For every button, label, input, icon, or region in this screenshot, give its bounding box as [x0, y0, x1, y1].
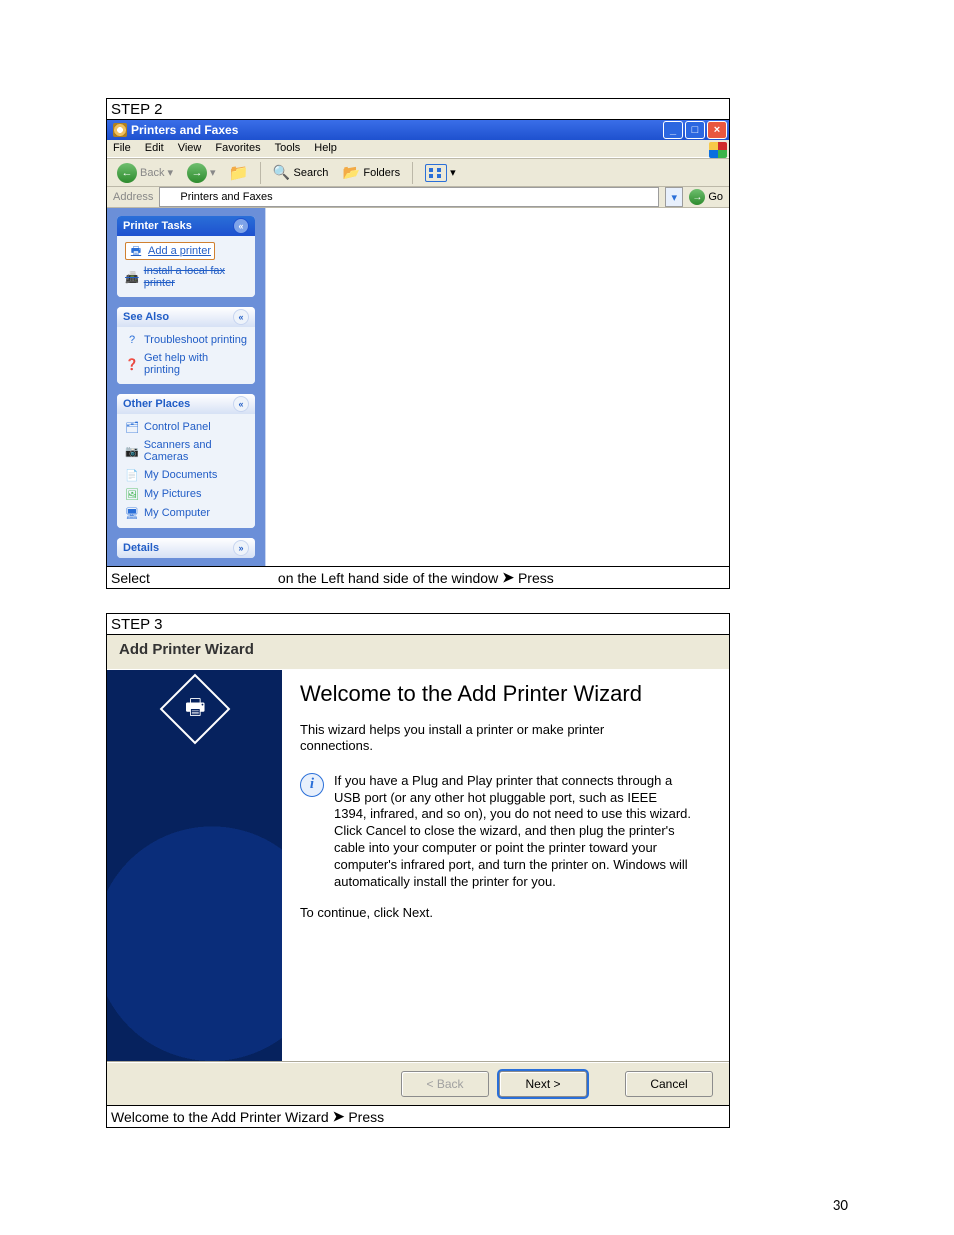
- control-panel-icon: 🗂: [125, 420, 139, 434]
- step-3-caption: Welcome to the Add Printer Wizard ➤ Pres…: [107, 1105, 729, 1127]
- fax-icon: 📠: [125, 270, 139, 284]
- add-printer-wizard: Add Printer Wizard 🖶 Welcome to the Add …: [107, 635, 729, 1105]
- forward-dropdown-icon: ▾: [210, 166, 216, 179]
- menu-help[interactable]: Help: [314, 142, 337, 154]
- my-pictures-link[interactable]: 🖼 My Pictures: [125, 487, 247, 501]
- printer-tasks-panel: Printer Tasks « 🖶 Add a printer 📠 Instal…: [117, 216, 255, 297]
- see-also-header[interactable]: See Also «: [117, 307, 255, 327]
- up-button[interactable]: 📁: [226, 162, 252, 184]
- step-2-box: STEP 2 Printers and Faxes _ □ × File Edi…: [106, 98, 730, 589]
- my-documents-link[interactable]: 📄 My Documents: [125, 468, 247, 482]
- arrow-icon: ➤: [333, 1108, 345, 1125]
- forward-arrow-icon: →: [187, 163, 207, 183]
- search-icon: 🔍: [273, 164, 291, 182]
- forward-button[interactable]: → ▾: [183, 161, 220, 185]
- add-a-printer-link[interactable]: 🖶 Add a printer: [125, 242, 215, 260]
- wizard-intro: This wizard helps you install a printer …: [300, 722, 660, 755]
- toolbar-separator: [412, 162, 413, 184]
- camera-icon: 📷: [125, 444, 139, 458]
- other-places-panel: Other Places « 🗂 Control Panel 📷 Scanner…: [117, 394, 255, 528]
- menu-file[interactable]: File: [113, 142, 131, 154]
- install-fax-printer-link[interactable]: 📠 Install a local fax printer: [125, 265, 247, 289]
- menu-favorites[interactable]: Favorites: [215, 142, 260, 154]
- wizard-info: i If you have a Plug and Play printer th…: [300, 773, 692, 891]
- explorer-body: Printer Tasks « 🖶 Add a printer 📠 Instal…: [107, 208, 729, 566]
- back-arrow-icon: ←: [117, 163, 137, 183]
- scanners-cameras-link[interactable]: 📷 Scanners and Cameras: [125, 439, 247, 463]
- views-dropdown-icon: ▾: [450, 166, 456, 179]
- close-button[interactable]: ×: [707, 121, 727, 139]
- next-button[interactable]: Next >: [499, 1071, 587, 1097]
- views-icon: [425, 164, 447, 182]
- printers-icon: [164, 191, 176, 203]
- step-2-caption: Select on the Left hand side of the wind…: [107, 566, 729, 588]
- arrow-icon: ➤: [502, 569, 514, 586]
- toolbar-separator: [260, 162, 261, 184]
- pictures-icon: 🖼: [125, 487, 139, 501]
- printer-icon: 🖶: [129, 244, 143, 258]
- wizard-content: Welcome to the Add Printer Wizard This w…: [282, 670, 729, 1061]
- folder-up-icon: 📁: [230, 164, 248, 182]
- menubar: File Edit View Favorites Tools Help: [107, 140, 729, 159]
- printers-window: Printers and Faxes _ □ × File Edit View …: [107, 120, 729, 566]
- get-help-printing-link[interactable]: ❓ Get help with printing: [125, 352, 247, 376]
- details-panel: Details »: [117, 538, 255, 558]
- wizard-title: Add Printer Wizard: [107, 635, 729, 669]
- collapse-icon: «: [233, 309, 249, 325]
- wizard-continue: To continue, click Next.: [300, 905, 660, 921]
- menu-tools[interactable]: Tools: [275, 142, 301, 154]
- details-header[interactable]: Details »: [117, 538, 255, 558]
- printer-icon: 🖶: [159, 674, 230, 745]
- wizard-body: 🖶 Welcome to the Add Printer Wizard This…: [107, 669, 729, 1062]
- expand-icon: »: [233, 540, 249, 556]
- help-icon: ?: [125, 333, 139, 347]
- folders-icon: 📂: [342, 164, 360, 182]
- step-3-label: STEP 3: [107, 614, 729, 635]
- address-bar: Address Printers and Faxes ▾ → Go: [107, 187, 729, 208]
- back-button[interactable]: ← Back ▾: [113, 161, 177, 185]
- see-also-panel: See Also « ? Troubleshoot printing ❓ Get…: [117, 307, 255, 384]
- wizard-footer: < Back Next > Cancel: [107, 1062, 729, 1105]
- menu-view[interactable]: View: [178, 142, 202, 154]
- control-panel-link[interactable]: 🗂 Control Panel: [125, 420, 247, 434]
- address-field[interactable]: Printers and Faxes: [159, 187, 659, 207]
- cancel-button[interactable]: Cancel: [625, 1071, 713, 1097]
- task-pane: Printer Tasks « 🖶 Add a printer 📠 Instal…: [107, 208, 265, 566]
- info-icon: i: [300, 773, 324, 797]
- window-title: Printers and Faxes: [131, 123, 238, 137]
- search-button[interactable]: 🔍 Search: [269, 162, 333, 184]
- wizard-heading: Welcome to the Add Printer Wizard: [300, 682, 711, 706]
- step-3-box: STEP 3 Add Printer Wizard 🖶 Welcome to t…: [106, 613, 730, 1128]
- address-dropdown[interactable]: ▾: [665, 187, 683, 207]
- views-button[interactable]: ▾: [421, 162, 460, 184]
- address-label: Address: [113, 191, 153, 203]
- step-2-label: STEP 2: [107, 99, 729, 120]
- wizard-info-text: If you have a Plug and Play printer that…: [334, 773, 692, 891]
- printers-icon: [113, 123, 127, 137]
- help-round-icon: ❓: [125, 357, 139, 371]
- minimize-button[interactable]: _: [663, 121, 683, 139]
- wizard-sidebar: 🖶: [107, 670, 282, 1061]
- other-places-header[interactable]: Other Places «: [117, 394, 255, 414]
- address-value: Printers and Faxes: [180, 191, 272, 203]
- folders-button[interactable]: 📂 Folders: [338, 162, 404, 184]
- collapse-icon: «: [233, 396, 249, 412]
- go-arrow-icon: →: [689, 189, 705, 205]
- back-button: < Back: [401, 1071, 489, 1097]
- page-number: 30: [833, 1197, 848, 1215]
- menu-edit[interactable]: Edit: [145, 142, 164, 154]
- collapse-icon: «: [233, 218, 249, 234]
- go-button[interactable]: → Go: [689, 189, 723, 205]
- maximize-button[interactable]: □: [685, 121, 705, 139]
- documents-icon: 📄: [125, 468, 139, 482]
- troubleshoot-printing-link[interactable]: ? Troubleshoot printing: [125, 333, 247, 347]
- titlebar: Printers and Faxes _ □ ×: [107, 120, 729, 140]
- computer-icon: 🖥: [125, 506, 139, 520]
- printer-tasks-header[interactable]: Printer Tasks «: [117, 216, 255, 236]
- back-dropdown-icon: ▾: [167, 166, 173, 179]
- content-area: [265, 208, 729, 566]
- toolbar: ← Back ▾ → ▾ 📁 🔍 Search 📂: [107, 158, 729, 187]
- my-computer-link[interactable]: 🖥 My Computer: [125, 506, 247, 520]
- windows-flag-icon: [709, 142, 727, 158]
